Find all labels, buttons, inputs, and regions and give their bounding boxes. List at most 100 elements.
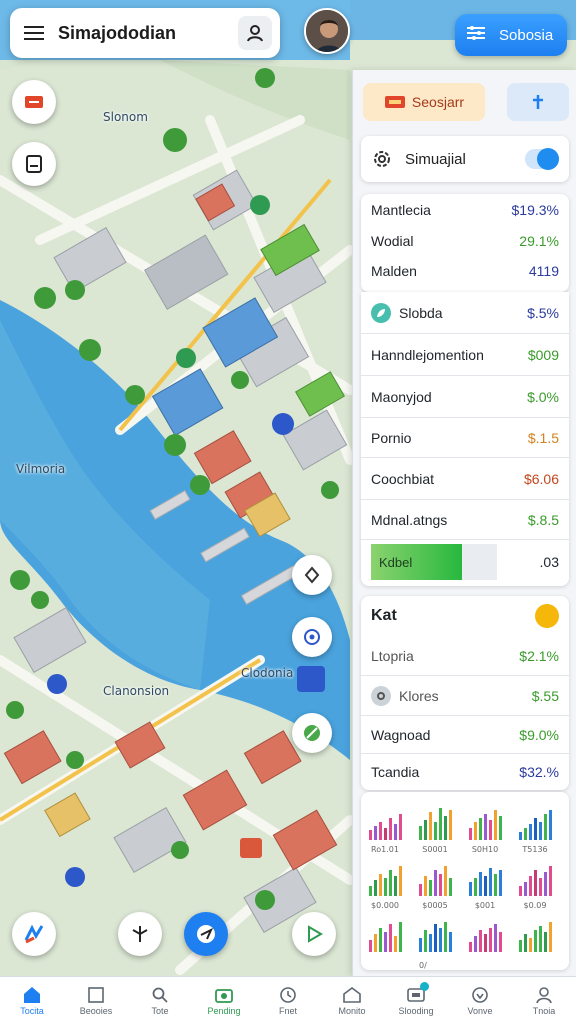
list-item-value: $.0% — [527, 388, 559, 405]
mini-chart-bar — [424, 930, 427, 952]
mini-chart-bar — [474, 936, 477, 952]
nav-item-pending[interactable]: Pending — [192, 977, 256, 1024]
list-item[interactable]: Klores $.55 — [361, 676, 569, 716]
mini-chart-bar — [389, 818, 392, 840]
filter-chip-secondary[interactable] — [507, 83, 569, 121]
toggle-switch[interactable] — [525, 148, 559, 170]
avatar[interactable] — [304, 8, 350, 54]
mini-chart-label: $0005 — [422, 901, 447, 910]
list-item-label: Mdnal.atngs — [371, 511, 448, 528]
list-item-value: $32.% — [519, 764, 559, 780]
mini-chart-bar — [374, 826, 377, 840]
mini-chart-bar — [539, 822, 542, 840]
eco-button[interactable] — [292, 713, 332, 753]
mini-chart-label: $0.09 — [524, 901, 547, 910]
mini-chart-bar — [449, 810, 452, 840]
list-item[interactable]: Coochbiat $6.06 — [361, 458, 569, 500]
mini-chart-label: Ro1.01 — [371, 845, 399, 854]
nav-item-favorites[interactable]: Vonve — [448, 977, 512, 1024]
list-item-label: Slobda — [399, 304, 443, 321]
layers-button[interactable] — [12, 80, 56, 124]
section-title: Kat — [371, 607, 397, 624]
nav-item-documents[interactable]: Beooies — [64, 977, 128, 1024]
list-item[interactable]: Tcandia $32.% — [361, 754, 569, 790]
pin-icon — [533, 95, 543, 109]
mini-chart-bar — [399, 866, 402, 896]
bookmarks-button[interactable] — [12, 142, 56, 186]
list-item-label: Malden — [371, 263, 417, 279]
mini-chart-bar — [434, 870, 437, 896]
list-item[interactable]: Slobda $.5% — [361, 292, 569, 334]
mini-chart-bar — [379, 874, 382, 896]
mini-chart-bar — [534, 870, 537, 896]
compass-button[interactable] — [292, 555, 332, 595]
toggle-card[interactable]: Simuajial — [361, 136, 569, 182]
nav-label: Tocita — [20, 1005, 44, 1016]
list-item[interactable]: Mdnal.atngs $.8.5 — [361, 500, 569, 540]
mini-chart-bar — [369, 830, 372, 840]
mini-chart-bar — [519, 832, 522, 840]
directions-button[interactable] — [184, 912, 228, 956]
mini-chart-bar — [494, 874, 497, 896]
user-icon[interactable] — [238, 16, 272, 50]
progress-fill: Kdbel — [371, 544, 462, 580]
nav-label: Slooding — [398, 1005, 434, 1016]
list-item-label: Ltopria — [371, 647, 414, 664]
nav-item-sliding[interactable]: Slooding — [384, 977, 448, 1024]
mini-chart-bar — [369, 886, 372, 896]
nav-item-monitor[interactable]: Monito — [320, 977, 384, 1024]
progress-bar: Kdbel — [371, 544, 497, 580]
heart-icon — [472, 986, 488, 1003]
list-item-value: $6.06 — [523, 470, 559, 487]
nav-item-recent[interactable]: Fnet — [256, 977, 320, 1024]
mini-chart-bar — [529, 824, 532, 840]
mini-chart-bar — [424, 820, 427, 840]
list-item[interactable]: Wodial 29.1% — [361, 226, 569, 256]
nav-label: Tote — [151, 1005, 169, 1016]
mini-chart-bar — [479, 818, 482, 840]
mini-chart-bar — [539, 878, 542, 896]
mini-chart-bar — [469, 942, 472, 952]
notification-badge — [420, 982, 429, 991]
app-title: Simajododian — [58, 22, 177, 43]
list-item[interactable]: Hanndlejomention $009 — [361, 334, 569, 376]
tag-icon — [384, 96, 405, 108]
list-item-label: Hanndlejomention — [371, 346, 484, 363]
mini-chart-bar — [434, 924, 437, 952]
nav-item-search[interactable]: Tote — [128, 977, 192, 1024]
mini-chart-bar — [484, 814, 487, 840]
list-item[interactable]: Mantlecia $19.3% — [361, 194, 569, 226]
sort-button[interactable]: Sobosia — [455, 14, 567, 56]
mini-chart-bar — [444, 866, 447, 896]
pen-icon — [24, 924, 44, 944]
list-item[interactable]: Pornio $.1.5 — [361, 418, 569, 458]
navigate-button[interactable] — [292, 912, 336, 956]
mini-chart-bar — [429, 934, 432, 952]
mini-chart-label: $001 — [475, 901, 495, 910]
compass-icon — [304, 566, 320, 584]
filter-chip-label: Seosjarr — [411, 94, 465, 110]
transit-button[interactable] — [118, 912, 162, 956]
mini-chart-bar — [399, 922, 402, 952]
mini-chart-bar — [549, 922, 552, 952]
list-item[interactable]: Malden 4119 — [361, 256, 569, 286]
locate-button[interactable] — [292, 617, 332, 657]
mini-chart-bar — [524, 882, 527, 896]
mini-chart-bar — [524, 828, 527, 840]
filter-chip-primary[interactable]: Seosjarr — [363, 83, 485, 121]
nav-item-profile[interactable]: Tnoia — [512, 977, 576, 1024]
list-item[interactable]: Wagnoad $9.0% — [361, 716, 569, 754]
mini-chart-bar — [489, 868, 492, 896]
list-item-label: Mantlecia — [371, 202, 431, 218]
draw-button[interactable] — [12, 912, 56, 956]
search-bar[interactable]: Simajododian — [10, 8, 280, 58]
list-item-value: $.8.5 — [527, 511, 559, 528]
document-icon — [88, 986, 104, 1003]
settings-icon — [371, 685, 391, 706]
hamburger-menu-icon[interactable] — [24, 25, 44, 41]
list-item[interactable]: Ltopria $2.1% — [361, 636, 569, 676]
nav-item-home[interactable]: Tocita — [0, 977, 64, 1024]
list-item-label: Pornio — [371, 429, 412, 446]
clock-icon — [280, 986, 296, 1003]
list-item[interactable]: Maonyjod $.0% — [361, 376, 569, 418]
